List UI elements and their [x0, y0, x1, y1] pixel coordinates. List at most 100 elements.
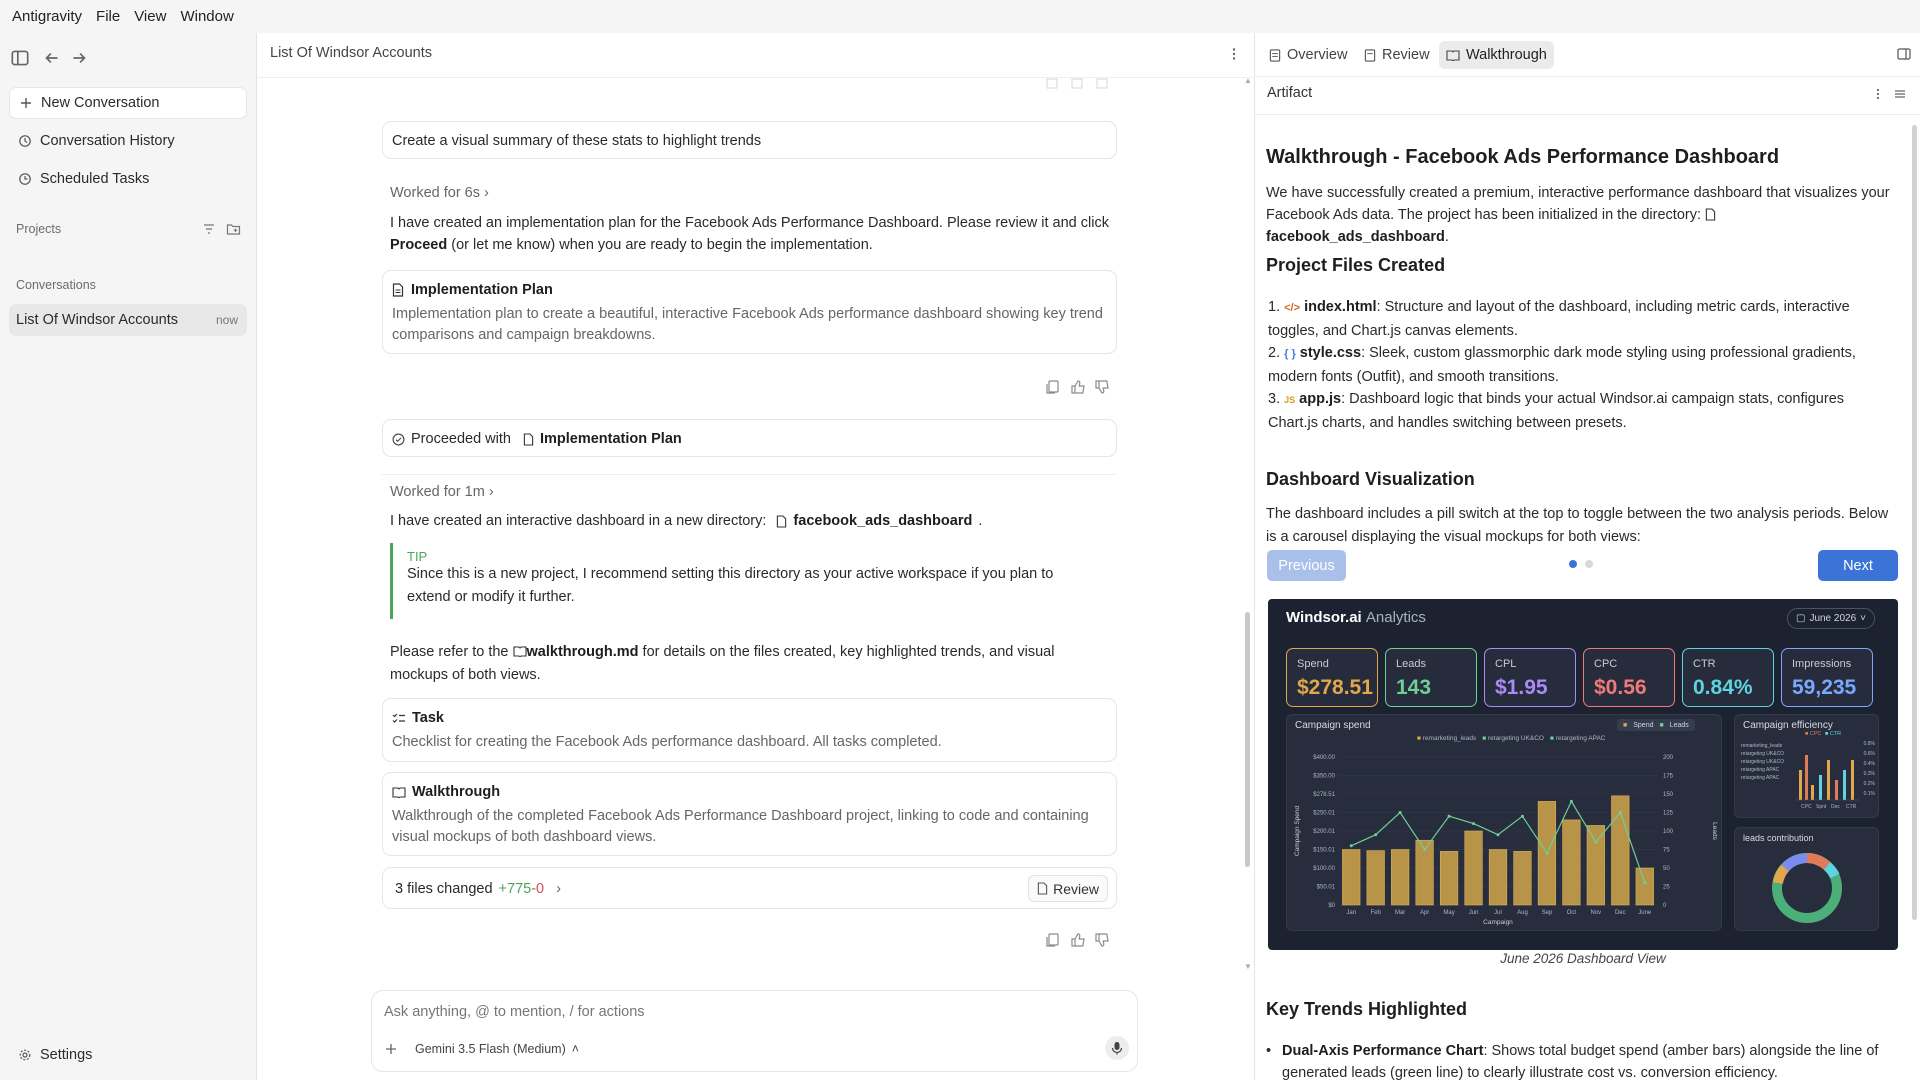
css-braces-icon: { }: [1284, 348, 1296, 360]
y-axis-label: Campaign Spend: [1294, 806, 1301, 857]
proceeded-target-link[interactable]: Implementation Plan: [540, 428, 682, 450]
x-tick-label: Jun: [1469, 910, 1479, 916]
mock-kpi-card-cpc: CPC $0.56: [1583, 648, 1675, 707]
walkthrough-card[interactable]: Walkthrough Walkthrough of the completed…: [382, 772, 1117, 856]
worked-for-toggle-1[interactable]: Worked for 6s ›: [390, 182, 489, 204]
copy-icon[interactable]: [1044, 378, 1062, 396]
menu-window[interactable]: Window: [180, 8, 233, 25]
file-name-3[interactable]: app.js: [1299, 391, 1341, 407]
file-icon: [1705, 208, 1716, 221]
document-icon: [1037, 882, 1048, 895]
message-1-text-b: (or let me know) when you are ready to b…: [451, 237, 873, 253]
model-selector[interactable]: Gemini 3.5 Flash (Medium) ˄: [415, 1042, 579, 1056]
efficiency-row-label: retargeting APAC: [1741, 775, 1780, 781]
files-changed-row[interactable]: 3 files changed +775 -0 › Review: [382, 867, 1117, 909]
thumbs-up-icon[interactable]: [1069, 931, 1087, 949]
chat-scrollbar-thumb[interactable]: [1245, 612, 1250, 867]
efficiency-row-label: retargeting UK&CO: [1741, 759, 1784, 765]
trend-bold: Dual-Axis Performance Chart: [1282, 1043, 1484, 1059]
mock-kpi-card-impressions: Impressions 59,235: [1781, 648, 1873, 707]
y-tick-label: $400.00: [1313, 755, 1335, 761]
doc-intro-directory[interactable]: facebook_ads_dashboard: [1266, 229, 1445, 245]
forward-arrow-icon[interactable]: [68, 47, 90, 69]
y2-axis-label: Leads: [1711, 822, 1718, 840]
previous-button[interactable]: Previous: [1267, 550, 1346, 581]
worked-for-toggle-2[interactable]: Worked for 1m ›: [390, 481, 494, 503]
implementation-plan-card[interactable]: Implementation Plan Implementation plan …: [382, 270, 1117, 354]
y-tick-label: $100.00: [1313, 866, 1335, 872]
toggle-panel-icon[interactable]: [1896, 46, 1912, 62]
outline-list-icon[interactable]: [1893, 87, 1907, 101]
new-conversation-button[interactable]: New Conversation: [9, 87, 247, 119]
y-tick-label: $350.00: [1313, 774, 1335, 780]
filter-icon[interactable]: [202, 222, 216, 236]
spend-bar: [1342, 849, 1361, 906]
efficiency-x-label: CTR: [1846, 804, 1857, 810]
add-attachment-icon[interactable]: [384, 1042, 398, 1056]
directory-link[interactable]: facebook_ads_dashboard: [793, 510, 972, 532]
conversation-item[interactable]: List Of Windsor Accounts now: [9, 304, 247, 336]
efficiency-bar: [1827, 760, 1830, 800]
efficiency-row-label: retargeting UK&CO: [1741, 751, 1784, 757]
copy-icon[interactable]: [1044, 931, 1062, 949]
chat-input[interactable]: Ask anything, @ to mention, / for action…: [384, 1004, 645, 1020]
thumbs-down-icon[interactable]: [1093, 931, 1111, 949]
user-prompt-text: Create a visual summary of these stats t…: [392, 133, 762, 149]
more-options-icon[interactable]: [1226, 46, 1242, 62]
task-card[interactable]: Task Checklist for creating the Facebook…: [382, 698, 1117, 762]
tab-overview[interactable]: Overview: [1262, 41, 1354, 69]
toggle-sidebar-icon[interactable]: [9, 47, 31, 69]
doc-intro: We have successfully created a premium, …: [1266, 185, 1890, 245]
tab-walkthrough[interactable]: Walkthrough: [1439, 41, 1554, 69]
scheduled-tasks-button[interactable]: Scheduled Tasks: [9, 163, 247, 195]
file-name-2[interactable]: style.css: [1300, 345, 1361, 361]
y2-tick-label: 0: [1663, 903, 1667, 909]
scheduled-tasks-label: Scheduled Tasks: [40, 171, 150, 187]
microphone-icon[interactable]: [1105, 1036, 1129, 1060]
gear-icon: [19, 1049, 31, 1061]
tip-border: [390, 543, 393, 619]
spend-bar: [1586, 825, 1605, 906]
back-arrow-icon[interactable]: [41, 47, 63, 69]
leads-point: [1472, 822, 1476, 826]
mockup-caption: June 2026 Dashboard View: [1500, 951, 1666, 966]
divider: [382, 474, 1117, 475]
leads-point: [1398, 811, 1402, 814]
y2-tick-label: 25: [1663, 885, 1670, 891]
menu-antigravity[interactable]: Antigravity: [12, 8, 82, 25]
thumbs-up-icon[interactable]: [1069, 378, 1087, 396]
document-icon: [523, 432, 534, 446]
file-name-1[interactable]: index.html: [1304, 299, 1377, 315]
carousel-dot[interactable]: [1585, 560, 1593, 568]
x-tick-label: Sep: [1542, 910, 1553, 916]
tab-review[interactable]: Review: [1357, 41, 1437, 69]
y-tick-label: $0: [1328, 903, 1335, 909]
mock-spend-chart: $400.00 $350.00 $278.51 $250.01 $200.01 $150.…: [1294, 755, 1718, 926]
efficiency-bar: [1835, 780, 1838, 800]
spend-bar: [1635, 867, 1654, 906]
mock-kpi-label: Spend: [1297, 658, 1329, 670]
menu-file[interactable]: File: [96, 8, 120, 25]
conversation-history-button[interactable]: Conversation History: [9, 125, 247, 157]
walkthrough-file-link[interactable]: walkthrough.md: [527, 644, 639, 660]
spend-bar: [1464, 830, 1483, 906]
list-number-3: 3.: [1268, 391, 1281, 407]
review-button[interactable]: Review: [1028, 875, 1108, 902]
scroll-down-arrow[interactable]: ▼: [1244, 962, 1252, 972]
carousel-dot-active[interactable]: [1569, 560, 1577, 568]
artifact-scrollbar-thumb[interactable]: [1912, 125, 1917, 920]
menu-view[interactable]: View: [134, 8, 166, 25]
new-folder-icon[interactable]: [226, 222, 241, 236]
mock-efficiency-panel: Campaign efficiency ■ CPC ■ CTR remarketin…: [1734, 714, 1879, 818]
message-3-text-a: Please refer to the: [390, 644, 509, 660]
x-tick-label: Oct: [1567, 910, 1577, 916]
next-button[interactable]: Next: [1818, 550, 1898, 581]
task-card-title: Task: [412, 710, 444, 726]
x-tick-label: Apr: [1420, 910, 1429, 916]
settings-button[interactable]: Settings: [9, 1039, 247, 1071]
scroll-up-arrow[interactable]: ▲: [1244, 76, 1252, 86]
thumbs-down-icon[interactable]: [1093, 378, 1111, 396]
more-options-icon[interactable]: [1871, 87, 1885, 101]
mock-kpi-card-spend: Spend $278.51: [1286, 648, 1378, 707]
message-2-text: I have created an interactive dashboard …: [390, 513, 767, 529]
